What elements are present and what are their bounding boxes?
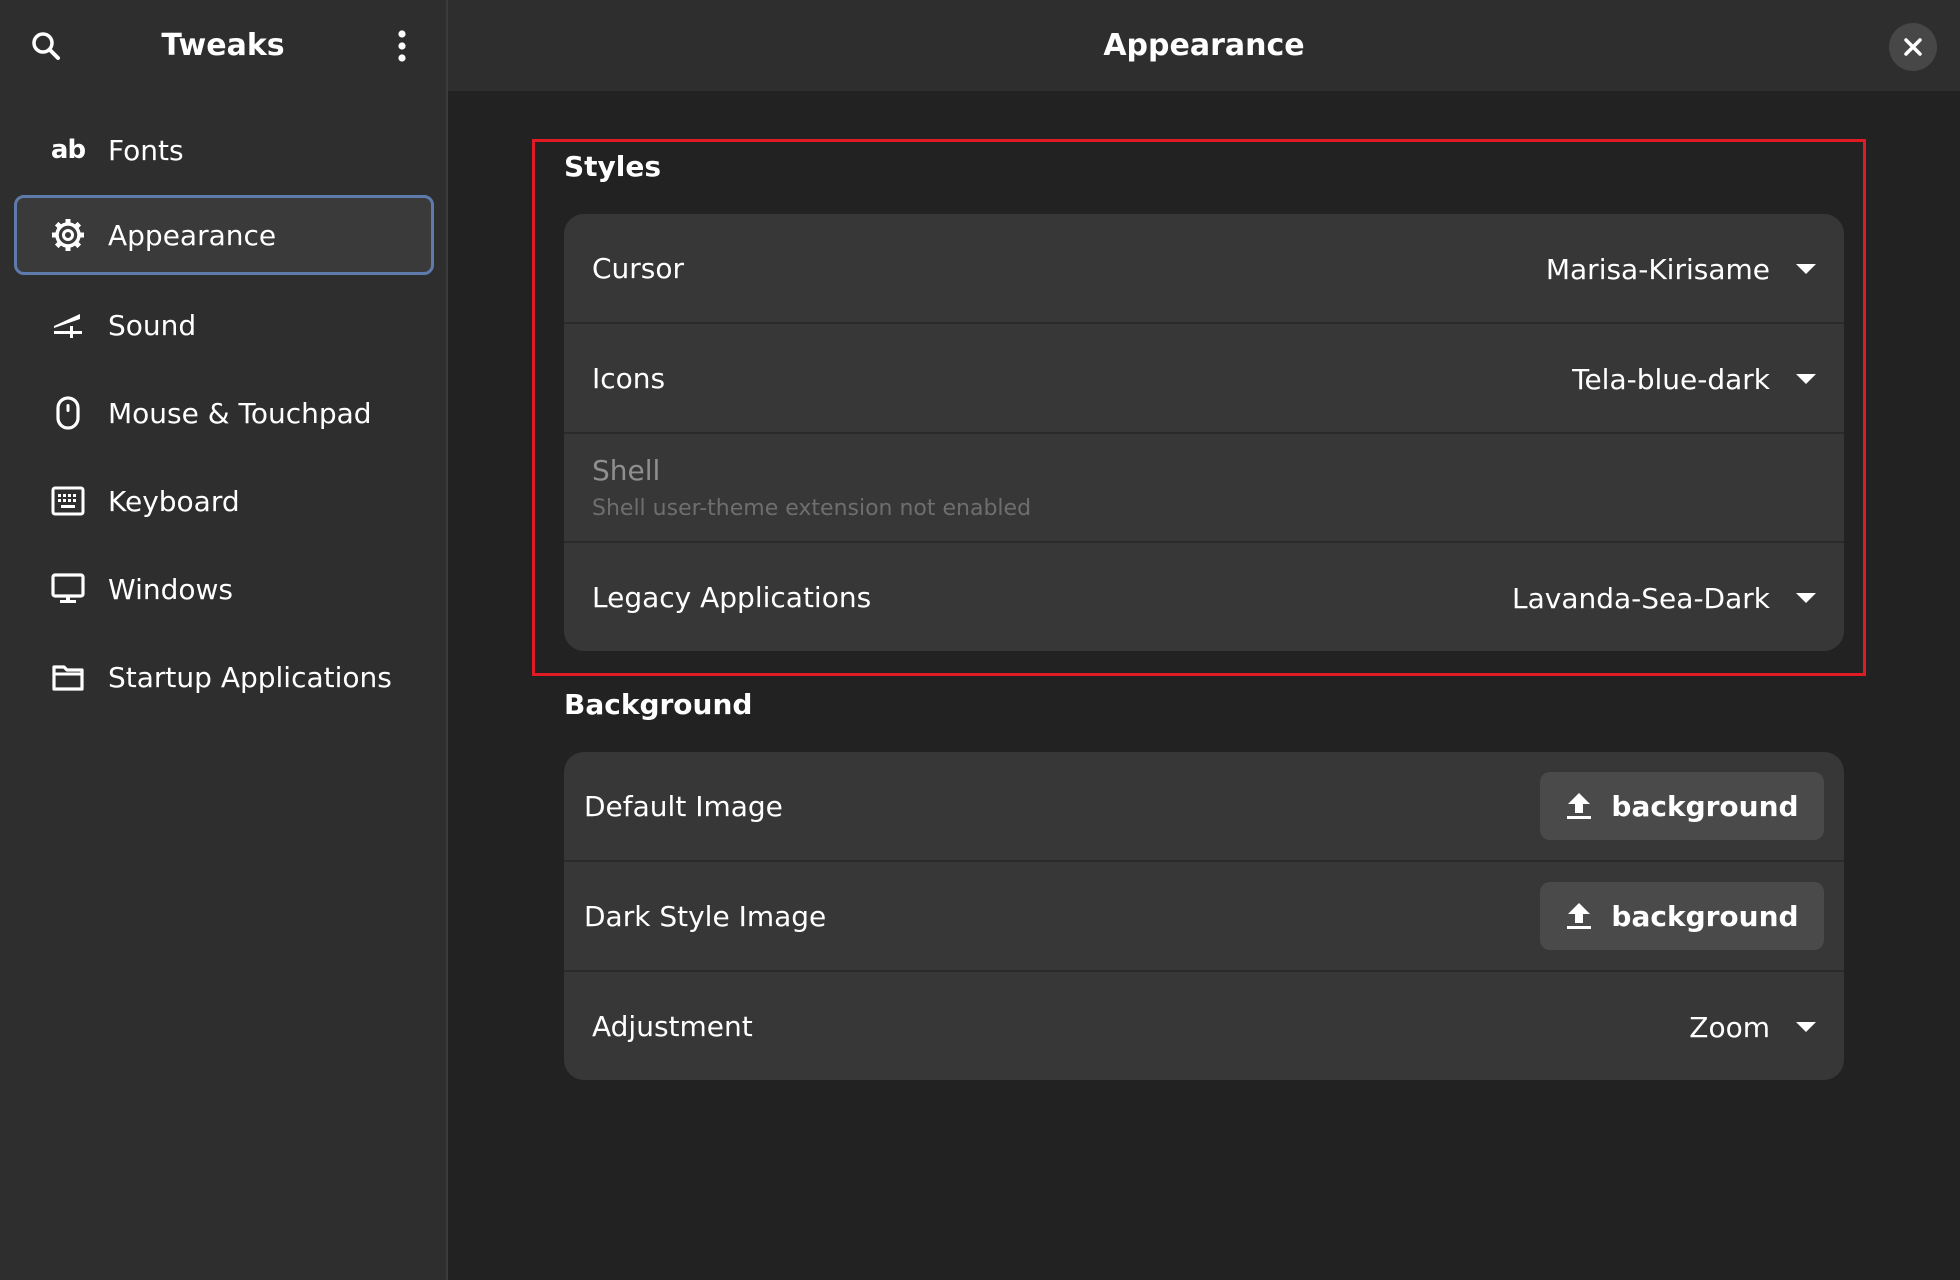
background-group: Default Image background Dark Style Imag… <box>564 752 1844 1080</box>
icons-dropdown[interactable]: Tela-blue-dark <box>1572 324 1816 434</box>
sidebar-item-label: Startup Applications <box>108 660 392 694</box>
adjustment-dropdown[interactable]: Zoom <box>1689 972 1816 1080</box>
default-image-button-label: background <box>1611 789 1799 823</box>
sidebar-item-label: Fonts <box>108 133 184 167</box>
cursor-row[interactable]: Cursor Marisa-Kirisame <box>564 214 1844 324</box>
dark-style-image-label: Dark Style Image <box>584 900 827 933</box>
adjustment-value: Zoom <box>1689 1010 1770 1044</box>
background-section-title: Background <box>564 688 753 721</box>
icons-value: Tela-blue-dark <box>1572 362 1770 396</box>
gear-icon <box>50 217 86 253</box>
legacy-applications-value: Lavanda-Sea-Dark <box>1512 581 1770 615</box>
sidebar-item-label: Appearance <box>108 218 277 252</box>
sidebar-item-label: Mouse & Touchpad <box>108 396 372 430</box>
adjustment-row[interactable]: Adjustment Zoom <box>564 972 1844 1080</box>
fonts-icon: ab <box>50 135 86 165</box>
monitor-icon <box>50 571 86 607</box>
page-title: Appearance <box>1103 28 1305 63</box>
sidebar: Tweaks ab Fonts Appearance Sound Mouse &… <box>0 0 448 1280</box>
mouse-icon <box>50 395 86 431</box>
sidebar-header: Tweaks <box>0 0 446 91</box>
close-icon <box>1904 38 1922 56</box>
chevron-down-icon <box>1796 374 1816 384</box>
icons-label: Icons <box>592 362 666 395</box>
upload-icon <box>1567 903 1592 929</box>
legacy-applications-label: Legacy Applications <box>592 581 872 614</box>
sidebar-item-keyboard[interactable]: Keyboard <box>14 461 434 541</box>
app-title: Tweaks <box>161 28 285 63</box>
search-button[interactable] <box>26 26 66 66</box>
shell-row: Shell Shell user-theme extension not ena… <box>564 434 1844 544</box>
sidebar-item-startup-applications[interactable]: Startup Applications <box>14 637 434 717</box>
styles-section-title: Styles <box>564 150 662 183</box>
cursor-value: Marisa-Kirisame <box>1545 252 1770 286</box>
folder-icon <box>50 659 86 695</box>
sidebar-item-label: Sound <box>108 308 197 342</box>
kebab-menu-icon <box>398 30 406 62</box>
legacy-applications-row[interactable]: Legacy Applications Lavanda-Sea-Dark <box>564 543 1844 651</box>
main-menu-button[interactable] <box>382 26 422 66</box>
keyboard-icon <box>50 483 86 519</box>
chevron-down-icon <box>1796 1022 1816 1032</box>
default-image-label: Default Image <box>584 790 783 823</box>
sidebar-item-label: Keyboard <box>108 484 240 518</box>
styles-group: Cursor Marisa-Kirisame Icons Tela-blue-d… <box>564 214 1844 651</box>
cursor-label: Cursor <box>592 252 685 285</box>
sidebar-item-fonts[interactable]: ab Fonts <box>14 110 434 190</box>
upload-icon <box>1567 793 1592 819</box>
default-image-button[interactable]: background <box>1540 772 1824 840</box>
sound-icon <box>50 307 86 343</box>
main-header: Appearance <box>448 0 1960 91</box>
cursor-dropdown[interactable]: Marisa-Kirisame <box>1546 214 1816 324</box>
legacy-applications-dropdown[interactable]: Lavanda-Sea-Dark <box>1512 543 1816 651</box>
sidebar-item-label: Windows <box>108 572 233 606</box>
dark-style-image-row: Dark Style Image background <box>564 862 1844 972</box>
search-icon <box>32 32 60 60</box>
sidebar-item-windows[interactable]: Windows <box>14 549 434 629</box>
dark-style-image-button-label: background <box>1611 899 1799 933</box>
icons-row[interactable]: Icons Tela-blue-dark <box>564 324 1844 434</box>
close-button[interactable] <box>1889 23 1937 71</box>
chevron-down-icon <box>1796 264 1816 274</box>
shell-subtitle: Shell user-theme extension not enabled <box>592 496 1032 521</box>
sidebar-item-sound[interactable]: Sound <box>14 285 434 365</box>
adjustment-label: Adjustment <box>592 1010 753 1043</box>
sidebar-item-mouse-touchpad[interactable]: Mouse & Touchpad <box>14 373 434 453</box>
sidebar-item-appearance[interactable]: Appearance <box>14 195 434 275</box>
shell-label: Shell <box>592 454 661 487</box>
default-image-row: Default Image background <box>564 752 1844 862</box>
dark-style-image-button[interactable]: background <box>1540 882 1824 950</box>
chevron-down-icon <box>1796 593 1816 603</box>
